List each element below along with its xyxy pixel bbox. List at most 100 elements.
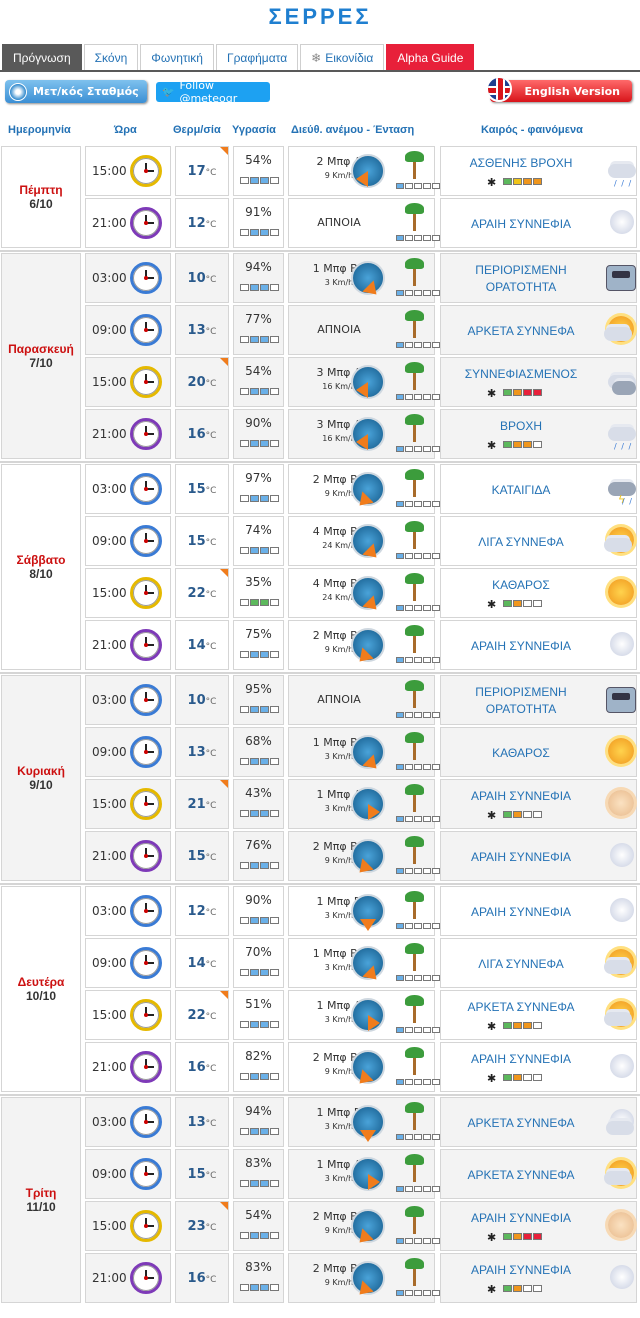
tab-icons[interactable]: ❄ Εικονίδια (300, 44, 385, 71)
temperature-value: 12°C (187, 216, 217, 231)
day-separator (0, 883, 640, 885)
time-label: 15:00 (92, 797, 127, 811)
time-label: 21:00 (92, 638, 127, 652)
time-label: 21:00 (92, 427, 127, 441)
time-label: 03:00 (92, 1115, 127, 1129)
tab-charts[interactable]: Γραφήματα (215, 44, 299, 71)
weather-cell: ΣΥΝΝΕΦΙΑΣΜΕΝΟΣ ✱ (440, 357, 637, 407)
palm-tree-icon (403, 203, 425, 231)
mosquito-icon: ✱ (487, 1283, 497, 1296)
humidity-cell: 43% (233, 779, 284, 829)
max-temp-marker (220, 780, 228, 788)
header-time: Ώρα (114, 124, 137, 136)
wind-cell: 3 Μπφ Α 16 Km/h (288, 357, 440, 407)
temperature-cell: 14°C (175, 938, 229, 988)
day-date: 10/10 (25, 989, 57, 1003)
time-cell: 21:00 (85, 1253, 171, 1303)
time-cell: 09:00 (85, 516, 171, 566)
sun-icon (604, 735, 638, 769)
wind-direction-icon (351, 154, 385, 188)
humidity-value: 70% (245, 945, 272, 959)
sun-cloud-icon (604, 524, 638, 558)
table-row: 21:00 16°C 90% 3 Μπφ Α 16 Km/h ΒΡΟΧΗ ✱ /… (85, 409, 640, 459)
mosquito-icon: ✱ (487, 1072, 497, 1085)
twitter-follow-button[interactable]: 🐦 Follow @meteogr (156, 79, 270, 105)
humidity-value: 75% (245, 627, 272, 641)
weather-station-label: Μετ/κός Σταθμός (33, 85, 139, 98)
wind-cell: ΑΠΝΟΙΑ (288, 305, 440, 355)
wind-cell: 2 Μπφ ΒΑ 9 Km/h (288, 620, 440, 670)
weather-description: ΑΡΑΙΗ ΣΥΝΝΕΦΙΑ (470, 1263, 572, 1277)
wind-strength: ΑΠΝΟΙΑ (317, 216, 361, 229)
time-cell: 09:00 (85, 727, 171, 777)
humidity-value: 76% (245, 838, 272, 852)
wind-cell: 1 Μπφ Δ 3 Km/h (288, 990, 440, 1040)
humidity-value: 83% (245, 1156, 272, 1170)
wind-cell: 2 Μπφ ΒΑ 9 Km/h (288, 1201, 440, 1251)
mosquito-icon: ✱ (487, 387, 497, 400)
time-label: 09:00 (92, 1167, 127, 1181)
max-temp-marker (220, 569, 228, 577)
english-version-button[interactable]: English Version (486, 76, 632, 102)
temperature-value: 13°C (187, 1115, 217, 1130)
weather-cell: ΚΑΘΑΡΟΣ ✱ (440, 568, 637, 618)
uk-flag-icon (486, 76, 512, 102)
humidity-level-bars (240, 440, 279, 447)
wind-level-bars (396, 501, 440, 507)
palm-tree-icon (403, 891, 425, 919)
day-name: Τρίτη (25, 1186, 57, 1200)
temperature-value: 12°C (187, 904, 217, 919)
table-row: 21:00 16°C 82% 2 Μπφ ΒΑ 9 Km/h ΑΡΑΙΗ ΣΥΝ… (85, 1042, 640, 1092)
humidity-level-bars (240, 651, 279, 658)
weather-cell: ΚΑΤΑΙΓΙΔΑ ϟ / / (440, 464, 637, 514)
wind-direction-icon (351, 576, 385, 616)
time-cell: 15:00 (85, 146, 171, 196)
tab-alpha-guide[interactable]: Alpha Guide (386, 44, 475, 71)
wind-level-bars (396, 764, 440, 770)
wind-level-bars (396, 1134, 440, 1140)
wind-level-bars (396, 342, 440, 348)
moon-icon (604, 206, 638, 240)
time-label: 21:00 (92, 849, 127, 863)
weather-cell: ΑΡΑΙΗ ΣΥΝΝΕΦΙΑ (440, 620, 637, 670)
humidity-level-bars (240, 599, 279, 606)
humidity-value: 90% (245, 416, 272, 430)
tab-forecast[interactable]: Πρόγνωση (2, 44, 82, 71)
table-row: 21:00 14°C 75% 2 Μπφ ΒΑ 9 Km/h ΑΡΑΙΗ ΣΥΝ… (85, 620, 640, 670)
humidity-cell: 97% (233, 464, 284, 514)
humidity-cell: 82% (233, 1042, 284, 1092)
time-cell: 21:00 (85, 1042, 171, 1092)
day-separator (0, 1094, 640, 1096)
humidity-value: 68% (245, 734, 272, 748)
humidity-value: 54% (245, 1208, 272, 1222)
day-date: 9/10 (29, 778, 53, 792)
storm-icon: ϟ / / (604, 472, 638, 506)
palm-tree-icon (403, 521, 425, 549)
wind-level-bars (396, 1290, 440, 1296)
humidity-level-bars (240, 706, 279, 713)
tab-voice[interactable]: Φωνητική (140, 44, 214, 71)
wind-level-bars (396, 1079, 440, 1085)
temperature-cell: 12°C (175, 886, 229, 936)
header-temp: Θερμ/σία (173, 124, 221, 136)
weather-cell: ΑΡΑΙΗ ΣΥΝΝΕΦΙΑ ✱ (440, 1042, 637, 1092)
palm-tree-icon (403, 573, 425, 601)
wind-cell: 1 Μπφ Δ 3 Km/h (288, 779, 440, 829)
clock-icon (130, 1051, 162, 1083)
palm-tree-icon (403, 732, 425, 760)
clock-icon (130, 473, 162, 505)
temperature-value: 14°C (187, 956, 217, 971)
wind-level-bars (396, 657, 440, 663)
day-cell: Κυριακή 9/10 (1, 675, 81, 881)
time-label: 09:00 (92, 534, 127, 548)
humidity-level-bars (240, 547, 279, 554)
wind-direction-icon (351, 365, 385, 399)
wind-direction-icon (351, 1050, 385, 1090)
tab-dust[interactable]: Σκόνη (83, 44, 139, 71)
weather-station-button[interactable]: Μετ/κός Σταθμός (5, 80, 147, 103)
clock-icon (130, 577, 162, 609)
table-row: 03:00 12°C 90% 1 Μπφ Β 3 Km/h ΑΡΑΙΗ ΣΥΝΝ… (85, 886, 640, 936)
humidity-cell: 35% (233, 568, 284, 618)
weather-description: ΑΡΚΕΤΑ ΣΥΝΝΕΦΑ (467, 1116, 575, 1130)
humidity-level-bars (240, 969, 279, 976)
